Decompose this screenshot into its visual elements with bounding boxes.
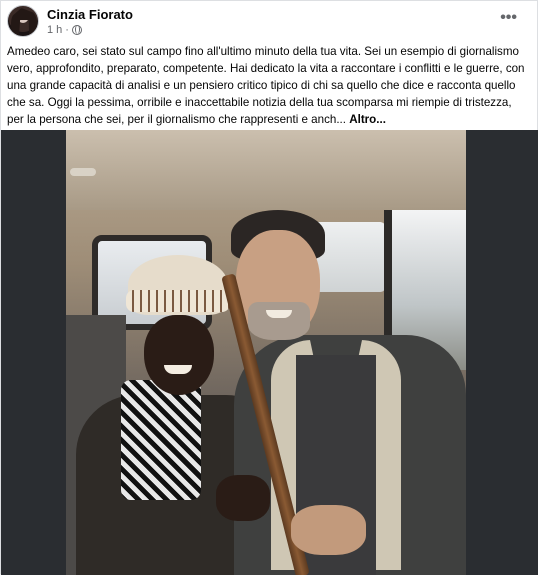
checkered-scarf — [121, 380, 201, 500]
right-man-smile — [266, 310, 292, 318]
post-meta: 1 h · — [47, 24, 82, 36]
author-avatar[interactable] — [7, 5, 39, 37]
left-man-hand — [216, 475, 270, 521]
separator-dot: · — [65, 24, 69, 36]
globe-icon[interactable] — [71, 25, 82, 35]
author-name[interactable]: Cinzia Fiorato — [47, 7, 133, 22]
facebook-post: Cinzia Fiorato 1 h · ••• Amedeo caro, se… — [0, 0, 538, 575]
right-man-hand — [291, 505, 366, 555]
post-header: Cinzia Fiorato 1 h · ••• — [7, 5, 529, 39]
more-options-icon[interactable]: ••• — [500, 9, 517, 27]
turban-band — [126, 290, 230, 312]
left-man-face — [144, 315, 214, 395]
post-text: Amedeo caro, sei stato sul campo fino al… — [7, 43, 527, 128]
vehicle-ceiling — [66, 130, 466, 210]
post-time[interactable]: 1 h — [47, 24, 62, 36]
post-photo[interactable] — [66, 130, 466, 575]
see-more-link[interactable]: Altro... — [349, 113, 386, 126]
ceiling-light — [70, 168, 96, 176]
right-man-beard — [248, 302, 310, 340]
post-body: Amedeo caro, sei stato sul campo fino al… — [7, 45, 525, 126]
